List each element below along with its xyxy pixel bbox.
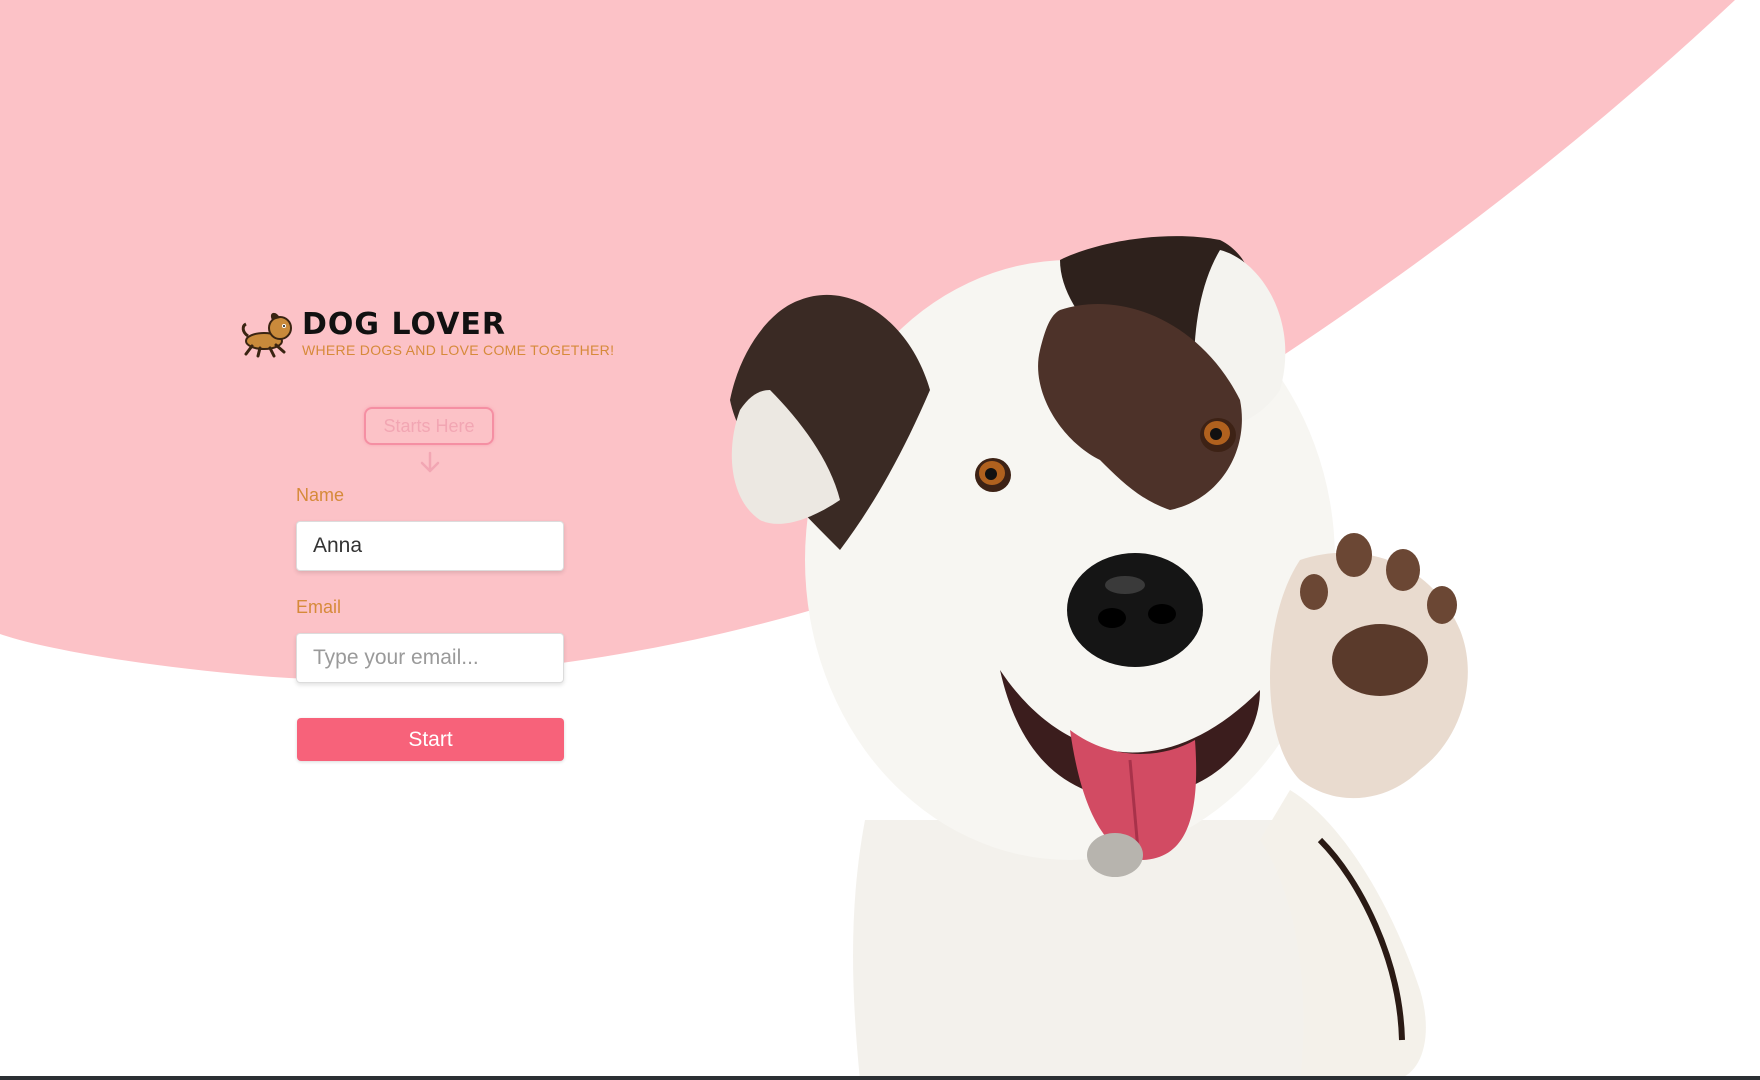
starts-here-badge: Starts Here bbox=[364, 407, 494, 445]
brand-header: DOG LOVER WHERE DOGS AND LOVE COME TOGET… bbox=[238, 308, 614, 358]
start-button[interactable]: Start bbox=[297, 718, 564, 761]
brand-title: DOG LOVER bbox=[302, 307, 507, 342]
running-dog-icon bbox=[241, 312, 292, 358]
bottom-edge bbox=[0, 1076, 1760, 1080]
name-input[interactable] bbox=[296, 521, 564, 571]
dog-photo bbox=[730, 236, 1468, 1080]
email-label: Email bbox=[296, 597, 342, 617]
name-label: Name bbox=[296, 485, 345, 505]
brand-tagline: WHERE DOGS AND LOVE COME TOGETHER! bbox=[302, 342, 615, 358]
email-input[interactable] bbox=[296, 633, 564, 683]
arrow-down-icon bbox=[420, 451, 440, 473]
brand-text: DOG LOVER WHERE DOGS AND LOVE COME TOGET… bbox=[302, 307, 615, 359]
